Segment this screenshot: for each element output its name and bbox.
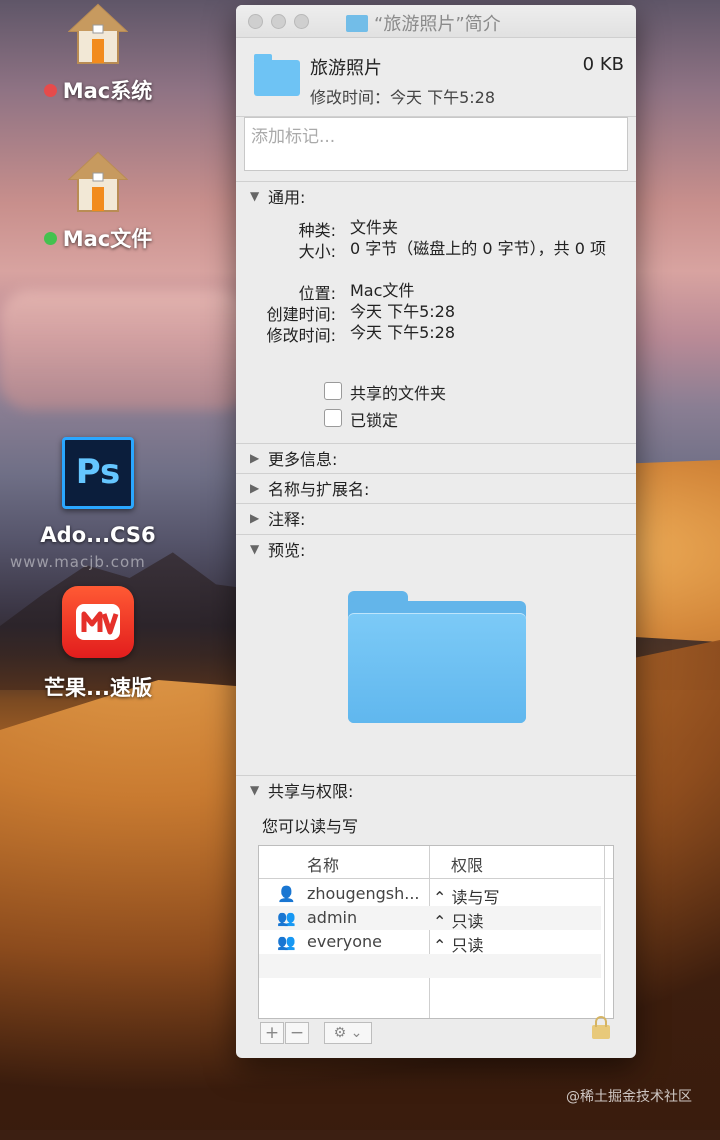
close-button[interactable] (248, 13, 263, 29)
general-section: ▼ 通用: (236, 181, 636, 210)
watermark: www.macjb.com (10, 553, 146, 571)
column-name-header[interactable]: 名称 (307, 852, 339, 876)
table-row[interactable]: 👤 zhougengsh... ⌃ 读与写 (259, 882, 601, 907)
tags-field[interactable]: 添加标记... (244, 117, 628, 171)
locked-checkbox[interactable] (324, 409, 342, 427)
disclosure-open-icon: ▼ (250, 783, 260, 797)
desktop-icon-label: Ado...CS6 (40, 523, 156, 547)
everyone-icon: 👥 (277, 933, 296, 951)
permissions-table[interactable]: 名称 权限 👤 zhougengsh... ⌃ 读与写 👥 admin ⌃ 只读… (258, 845, 614, 1019)
shared-folder-checkbox[interactable] (324, 382, 342, 400)
disclosure-closed-icon: ▶ (250, 451, 260, 465)
shared-folder-label: 共享的文件夹 (350, 384, 447, 403)
mango-tv-icon (62, 586, 134, 658)
sharing-section[interactable]: ▼ 共享与权限: (236, 775, 636, 804)
desktop-icon-label: Mac系统 (62, 79, 153, 103)
where-value: Mac文件 (350, 281, 415, 300)
user-icon: 👤 (277, 885, 296, 903)
add-user-button[interactable]: + (260, 1022, 284, 1044)
desktop-icon-mac-system[interactable]: Mac系统 (13, 3, 183, 105)
general-header[interactable]: ▼ 通用: (236, 182, 636, 210)
table-header: 名称 权限 (259, 846, 613, 879)
locked-label: 已锁定 (350, 411, 399, 430)
status-dot (43, 83, 57, 97)
desktop-icon-label: Mac文件 (62, 227, 153, 251)
scrollbar (604, 846, 605, 1018)
preview-folder-icon (348, 591, 526, 723)
modified-value: 今天 下午5:28 (350, 323, 456, 342)
folder-icon (254, 54, 300, 96)
remove-user-button[interactable]: − (285, 1022, 309, 1044)
cloud-decoration (0, 290, 250, 410)
disclosure-open-icon: ▼ (250, 189, 260, 203)
size-label: 大小: (298, 242, 336, 261)
modified-summary: 修改时间：今天 下午5:28 (310, 88, 496, 107)
window-title: “旅游照片”简介 (374, 14, 501, 35)
home-icon (67, 151, 129, 213)
zoom-button[interactable] (294, 13, 309, 29)
disclosure-closed-icon: ▶ (250, 481, 260, 495)
minimize-button[interactable] (271, 13, 286, 29)
lock-icon[interactable] (592, 1016, 610, 1039)
info-window: “旅游照片”简介 旅游照片 修改时间：今天 下午5:28 0 KB 添加标记..… (236, 5, 636, 1058)
preview-section[interactable]: ▼ 预览: (236, 534, 636, 563)
size-summary: 0 KB (582, 54, 624, 75)
more-info-section[interactable]: ▶ 更多信息: (236, 443, 636, 472)
table-row[interactable]: 👥 admin ⌃ 只读 (259, 906, 601, 931)
gear-menu-button[interactable]: ⚙ ⌄ (324, 1022, 372, 1044)
kind-value: 文件夹 (350, 218, 399, 237)
title-bar[interactable]: “旅游照片”简介 (236, 5, 636, 38)
info-header: 旅游照片 修改时间：今天 下午5:28 0 KB (236, 38, 636, 117)
desktop-icon-photoshop[interactable]: Ps Ado...CS6 (13, 437, 183, 547)
disclosure-open-icon: ▼ (250, 542, 260, 556)
modified-label: 修改时间: (266, 326, 336, 345)
photoshop-icon: Ps (62, 437, 134, 509)
status-dot (43, 231, 57, 245)
comments-section[interactable]: ▶ 注释: (236, 503, 636, 532)
folder-icon (346, 14, 368, 32)
name-extension-section[interactable]: ▶ 名称与扩展名: (236, 473, 636, 502)
size-value: 0 字节（磁盘上的 0 字节），共 0 项 (350, 239, 606, 258)
footer-watermark: @稀土掘金技术社区 (566, 1089, 692, 1105)
table-row[interactable]: 👥 everyone ⌃ 只读 (259, 930, 601, 955)
desktop-icon-label: 芒果...速版 (44, 676, 152, 700)
home-icon (67, 3, 129, 65)
folder-name: 旅游照片 (310, 58, 382, 79)
column-privilege-header[interactable]: 权限 (451, 852, 483, 876)
disclosure-closed-icon: ▶ (250, 511, 260, 525)
group-icon: 👥 (277, 909, 296, 927)
created-value: 今天 下午5:28 (350, 302, 456, 321)
sharing-summary: 您可以读与写 (262, 817, 359, 836)
desktop-icon-mango[interactable]: 芒果...速版 (13, 586, 183, 702)
desktop-icon-mac-files[interactable]: Mac文件 (13, 151, 183, 253)
